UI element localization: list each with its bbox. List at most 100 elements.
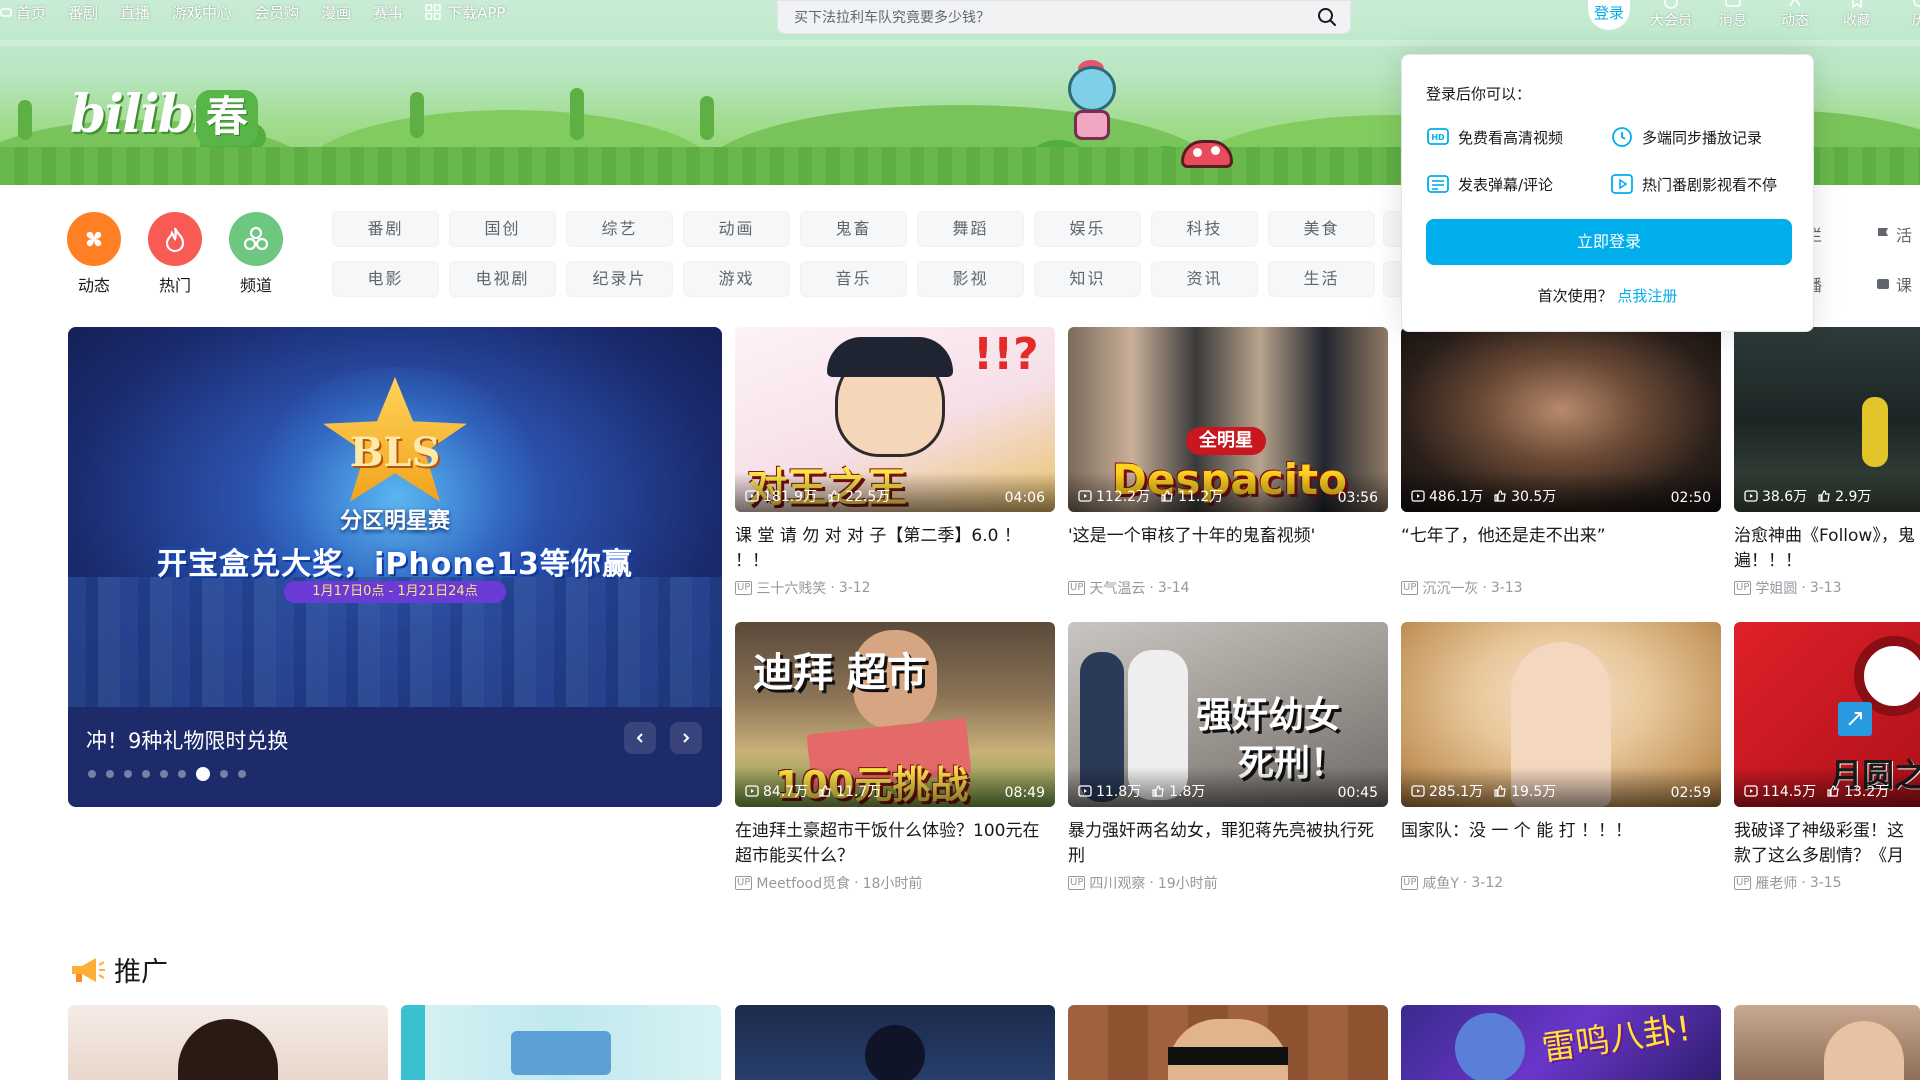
video-author[interactable]: 四川观察	[1089, 873, 1145, 893]
channel-tag[interactable]: 舞蹈	[917, 211, 1024, 247]
channel-tag[interactable]: 电影	[332, 261, 439, 297]
nav-messages[interactable]: 消息	[1702, 0, 1764, 30]
video-author[interactable]: 三十六贱笑	[756, 578, 826, 598]
channel-tag[interactable]: 综艺	[566, 211, 673, 247]
share-arrow-icon: ↗	[1838, 702, 1872, 736]
channel-tag[interactable]: 美食	[1268, 211, 1375, 247]
nav-history[interactable]: 历	[1888, 0, 1920, 30]
promo-card[interactable]	[68, 1005, 388, 1080]
channel-tag[interactable]: 电视剧	[449, 261, 556, 297]
video-card[interactable]: 迪拜 超市 100元挑战 84.7万 11.7万 08:49 在迪拜土豪超市干饭…	[735, 622, 1055, 893]
carousel-dot[interactable]	[178, 770, 186, 778]
nav-home[interactable]: 首页	[0, 2, 46, 23]
quick-dynamics[interactable]: 动态	[64, 212, 124, 296]
search-input[interactable]	[794, 9, 1316, 25]
like-count-value: 11.7万	[836, 784, 882, 800]
clock-icon	[1612, 127, 1632, 147]
channel-tag[interactable]: 游戏	[683, 261, 790, 297]
bilibili-logo[interactable]: bilibili 春	[70, 84, 260, 150]
carousel-next-button[interactable]	[670, 722, 702, 754]
video-card[interactable]: ↗ 月圆之 114.5万 13.2万 我破译了神级彩蛋！这款了这么多剧情？《月圆…	[1734, 622, 1920, 893]
video-title[interactable]: '这是一个审核了十年的鬼畜视频'	[1068, 524, 1388, 574]
carousel-dot[interactable]	[106, 770, 114, 778]
side-link-activity[interactable]: 活	[1876, 222, 1912, 246]
quick-channels[interactable]: 频道	[226, 212, 286, 296]
nav-dynamics[interactable]: 动态	[1764, 0, 1826, 30]
mushroom-dot	[1211, 146, 1220, 155]
nav-download-app[interactable]: 下载APP	[425, 2, 505, 23]
video-author[interactable]: 沉沉一灰	[1422, 578, 1478, 598]
video-title[interactable]: 在迪拜土豪超市干饭什么体验？100元在超市能买什么？	[735, 819, 1055, 869]
video-card[interactable]: 强奸幼女 死刑！ 11.8万 1.8万 00:45 暴力强奸两名幼女，罪犯蒋先亮…	[1068, 622, 1388, 893]
video-title[interactable]: “七年了，他还是走不出来”	[1401, 524, 1721, 574]
promo-card[interactable]	[401, 1005, 721, 1080]
search-icon[interactable]	[1316, 6, 1338, 28]
video-card[interactable]: 285.1万 19.5万 02:59 国家队：没 一 个 能 打 ！！！ UP 咸…	[1401, 622, 1721, 893]
carousel-dot[interactable]	[196, 767, 210, 781]
side-link-course[interactable]: 课	[1876, 272, 1912, 296]
video-author[interactable]: 咸鱼Y	[1422, 873, 1459, 893]
register-link[interactable]: 点我注册	[1617, 287, 1677, 305]
channel-tag[interactable]: 娱乐	[1034, 211, 1141, 247]
channel-tag[interactable]: 番剧	[332, 211, 439, 247]
login-button[interactable]: 立即登录	[1426, 219, 1792, 265]
nav-mall[interactable]: 会员购	[254, 2, 299, 23]
video-thumbnail[interactable]: !!? 对王之王 181.9万 22.5万 04:06	[735, 327, 1055, 512]
quick-hot[interactable]: 热门	[145, 212, 205, 296]
carousel-dot[interactable]	[160, 770, 168, 778]
play-icon	[1078, 490, 1092, 502]
carousel-prev-button[interactable]	[624, 722, 656, 754]
carousel-dot[interactable]	[238, 770, 246, 778]
promo-card[interactable]	[735, 1005, 1055, 1080]
video-card[interactable]: !!? 对王之王 181.9万 22.5万 04:06 课 堂 请 勿 对 对 …	[735, 327, 1055, 598]
promo-card[interactable]	[1734, 1005, 1920, 1080]
nav-manga[interactable]: 漫画	[321, 2, 351, 23]
promo-card[interactable]: 雷鸣八卦!	[1401, 1005, 1721, 1080]
channel-tag[interactable]: 科技	[1151, 211, 1258, 247]
carousel-dot[interactable]	[220, 770, 228, 778]
video-author[interactable]: 雁老师	[1755, 873, 1797, 893]
channel-tag[interactable]: 鬼畜	[800, 211, 907, 247]
carousel-caption[interactable]: 冲！9种礼物限时兑换	[86, 725, 288, 755]
promo-card[interactable]	[1068, 1005, 1388, 1080]
channel-tag[interactable]: 音乐	[800, 261, 907, 297]
channel-tag[interactable]: 国创	[449, 211, 556, 247]
video-title[interactable]: 课 堂 请 勿 对 对 子【第二季】6.0 ！ ！！	[735, 524, 1055, 574]
nav-vip[interactable]: 大会员	[1640, 0, 1702, 30]
carousel-image[interactable]: BLS 分区明星赛 开宝盒兑大奖，iPhone13等你赢 1月17日0点 - 1…	[68, 327, 722, 707]
play-icon	[1411, 785, 1425, 797]
video-author[interactable]: 学姐圆	[1755, 578, 1797, 598]
video-author[interactable]: 天气温云	[1089, 578, 1145, 598]
channel-tag[interactable]: 资讯	[1151, 261, 1258, 297]
video-thumbnail[interactable]: ↗ 月圆之 114.5万 13.2万	[1734, 622, 1920, 807]
carousel-dot[interactable]	[124, 770, 132, 778]
channel-tag[interactable]: 动画	[683, 211, 790, 247]
video-thumbnail[interactable]: 迪拜 超市 100元挑战 84.7万 11.7万 08:49	[735, 622, 1055, 807]
carousel-dot[interactable]	[88, 770, 96, 778]
video-card[interactable]: 38.6万 2.9万 治愈神曲《Follow》，鬼 遍！！！ UP 学姐圆 · 3-1…	[1734, 327, 1920, 598]
hero-carousel[interactable]: BLS 分区明星赛 开宝盒兑大奖，iPhone13等你赢 1月17日0点 - 1…	[68, 327, 722, 807]
carousel-dot[interactable]	[142, 770, 150, 778]
nav-esports[interactable]: 赛事	[373, 2, 403, 23]
nav-live[interactable]: 直播	[120, 2, 150, 23]
video-title[interactable]: 暴力强奸两名幼女，罪犯蒋先亮被执行死刑	[1068, 819, 1388, 869]
channel-tag[interactable]: 纪录片	[566, 261, 673, 297]
video-title[interactable]: 国家队：没 一 个 能 打 ！！！	[1401, 819, 1721, 869]
video-thumbnail[interactable]: 285.1万 19.5万 02:59	[1401, 622, 1721, 807]
video-card[interactable]: 全明星 Despacito 112.2万 11.2万 03:56 '这是一个审核…	[1068, 327, 1388, 598]
video-card[interactable]: 486.1万 30.5万 02:50 “七年了，他还是走不出来” UP 沉沉一灰 ·…	[1401, 327, 1721, 598]
video-thumbnail[interactable]: 486.1万 30.5万 02:50	[1401, 327, 1721, 512]
video-thumbnail[interactable]: 全明星 Despacito 112.2万 11.2万 03:56	[1068, 327, 1388, 512]
nav-game-center[interactable]: 游戏中心	[172, 2, 232, 23]
video-title[interactable]: 治愈神曲《Follow》，鬼 遍！！！	[1734, 524, 1920, 574]
video-thumbnail[interactable]: 38.6万 2.9万	[1734, 327, 1920, 512]
video-author[interactable]: Meetfood觅食	[756, 873, 850, 893]
video-thumbnail[interactable]: 强奸幼女 死刑！ 11.8万 1.8万 00:45	[1068, 622, 1388, 807]
channel-tag[interactable]: 生活	[1268, 261, 1375, 297]
channel-tag[interactable]: 影视	[917, 261, 1024, 297]
nav-favorites[interactable]: 收藏	[1826, 0, 1888, 30]
channel-tag[interactable]: 知识	[1034, 261, 1141, 297]
video-title[interactable]: 我破译了神级彩蛋！这款了这么多剧情？《月圆之	[1734, 819, 1920, 869]
nav-anime[interactable]: 番剧	[68, 2, 98, 23]
video-stats: 38.6万 2.9万	[1744, 486, 1871, 506]
